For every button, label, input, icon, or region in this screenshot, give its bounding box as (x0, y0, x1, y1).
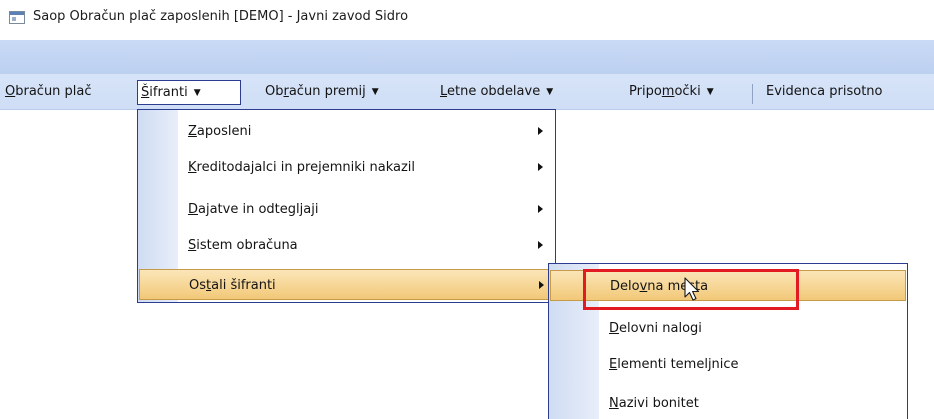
ribbon-area (0, 40, 934, 74)
mouse-cursor-icon (684, 277, 700, 301)
menu-label-part: Pripo (629, 84, 662, 99)
submenu-arrow-icon (538, 127, 543, 135)
menu-label-part: očki (674, 84, 701, 99)
app-window-icon[interactable] (9, 11, 25, 24)
menu-item-dajatve[interactable]: Dajatve in odtegljaji (139, 194, 554, 225)
submenu-arrow-icon (538, 241, 543, 249)
menu-sifranti[interactable]: Šifranti ▼ (137, 80, 241, 105)
item-label-part: elovni nalogi (619, 321, 702, 336)
submenu-arrow-icon (538, 205, 543, 213)
menu-label-part: bračun plač (15, 84, 92, 99)
item-label-part: lementi temeljnice (617, 357, 739, 372)
menu-obracun-plac[interactable]: Obračun plač (2, 80, 95, 105)
menu-evidenca-prisotnosti[interactable]: Evidenca prisotno (763, 80, 885, 105)
chevron-down-icon: ▼ (371, 87, 379, 97)
menu-separator (752, 84, 753, 104)
item-label-part: aposleni (196, 124, 252, 139)
menu-label-part: ačun premij (288, 84, 366, 99)
item-mnemonic: N (609, 396, 619, 411)
item-label-part: ajatve in odtegljaji (198, 202, 319, 217)
menu-item-sistem-obracuna[interactable]: Sistem obračuna (139, 230, 554, 261)
submenu-arrow-icon (539, 281, 544, 289)
menu-item-zaposleni[interactable]: Zaposleni (139, 116, 554, 147)
item-mnemonic: Z (188, 124, 197, 139)
menu-item-nazivi-bonitet[interactable]: Nazivi bonitet (550, 388, 906, 419)
menu-obracun-premij[interactable]: Obračun premij ▼ (262, 80, 382, 105)
item-label-part: azivi bonitet (618, 396, 699, 411)
title-bar: Saop Obračun plač zaposlenih [DEMO] - Ja… (0, 0, 934, 34)
sifranti-dropdown-menu: Zaposleni Kreditodajalci in prejemniki n… (137, 109, 556, 303)
chevron-down-icon: ▼ (193, 88, 201, 98)
menu-item-kreditodajalci[interactable]: Kreditodajalci in prejemniki nakazil (139, 152, 554, 183)
menu-letne-obdelave[interactable]: Letne obdelave ▼ (437, 80, 556, 105)
item-mnemonic: E (609, 357, 618, 372)
menu-label-part: etne obdelave (447, 84, 541, 99)
item-mnemonic: K (188, 160, 197, 175)
menu-mnemonic: L (440, 84, 448, 99)
menu-item-ostali-sifranti[interactable]: Ostali šifranti (139, 269, 554, 300)
chevron-down-icon: ▼ (706, 87, 714, 97)
menu-bar: Obračun plač Šifranti ▼ Obračun premij ▼ L… (0, 74, 934, 110)
item-label-part: ali šifranti (211, 278, 276, 293)
menu-label-part: ifranti (149, 85, 188, 100)
menu-mnemonic: m (661, 84, 675, 99)
menu-item-elementi-temeljnice[interactable]: Elementi temeljnice (550, 349, 906, 380)
item-label-part: Os (189, 278, 207, 293)
submenu-arrow-icon (538, 163, 543, 171)
menu-mnemonic: O (5, 84, 16, 99)
chevron-down-icon: ▼ (546, 87, 554, 97)
window-title: Saop Obračun plač zaposlenih [DEMO] - Ja… (33, 9, 409, 24)
item-label-part: reditodajalci in prejemniki nakazil (196, 160, 416, 175)
menu-pripomocki[interactable]: Pripomočki ▼ (626, 80, 717, 105)
menu-item-delovni-nalogi[interactable]: Delovni nalogi (550, 313, 906, 344)
menu-label-part: Ob (265, 84, 284, 99)
menu-label-part: Evidenca prisotno (766, 84, 883, 99)
item-mnemonic: D (609, 321, 620, 336)
item-label-part: istem obračuna (196, 238, 298, 253)
item-mnemonic: D (188, 202, 199, 217)
